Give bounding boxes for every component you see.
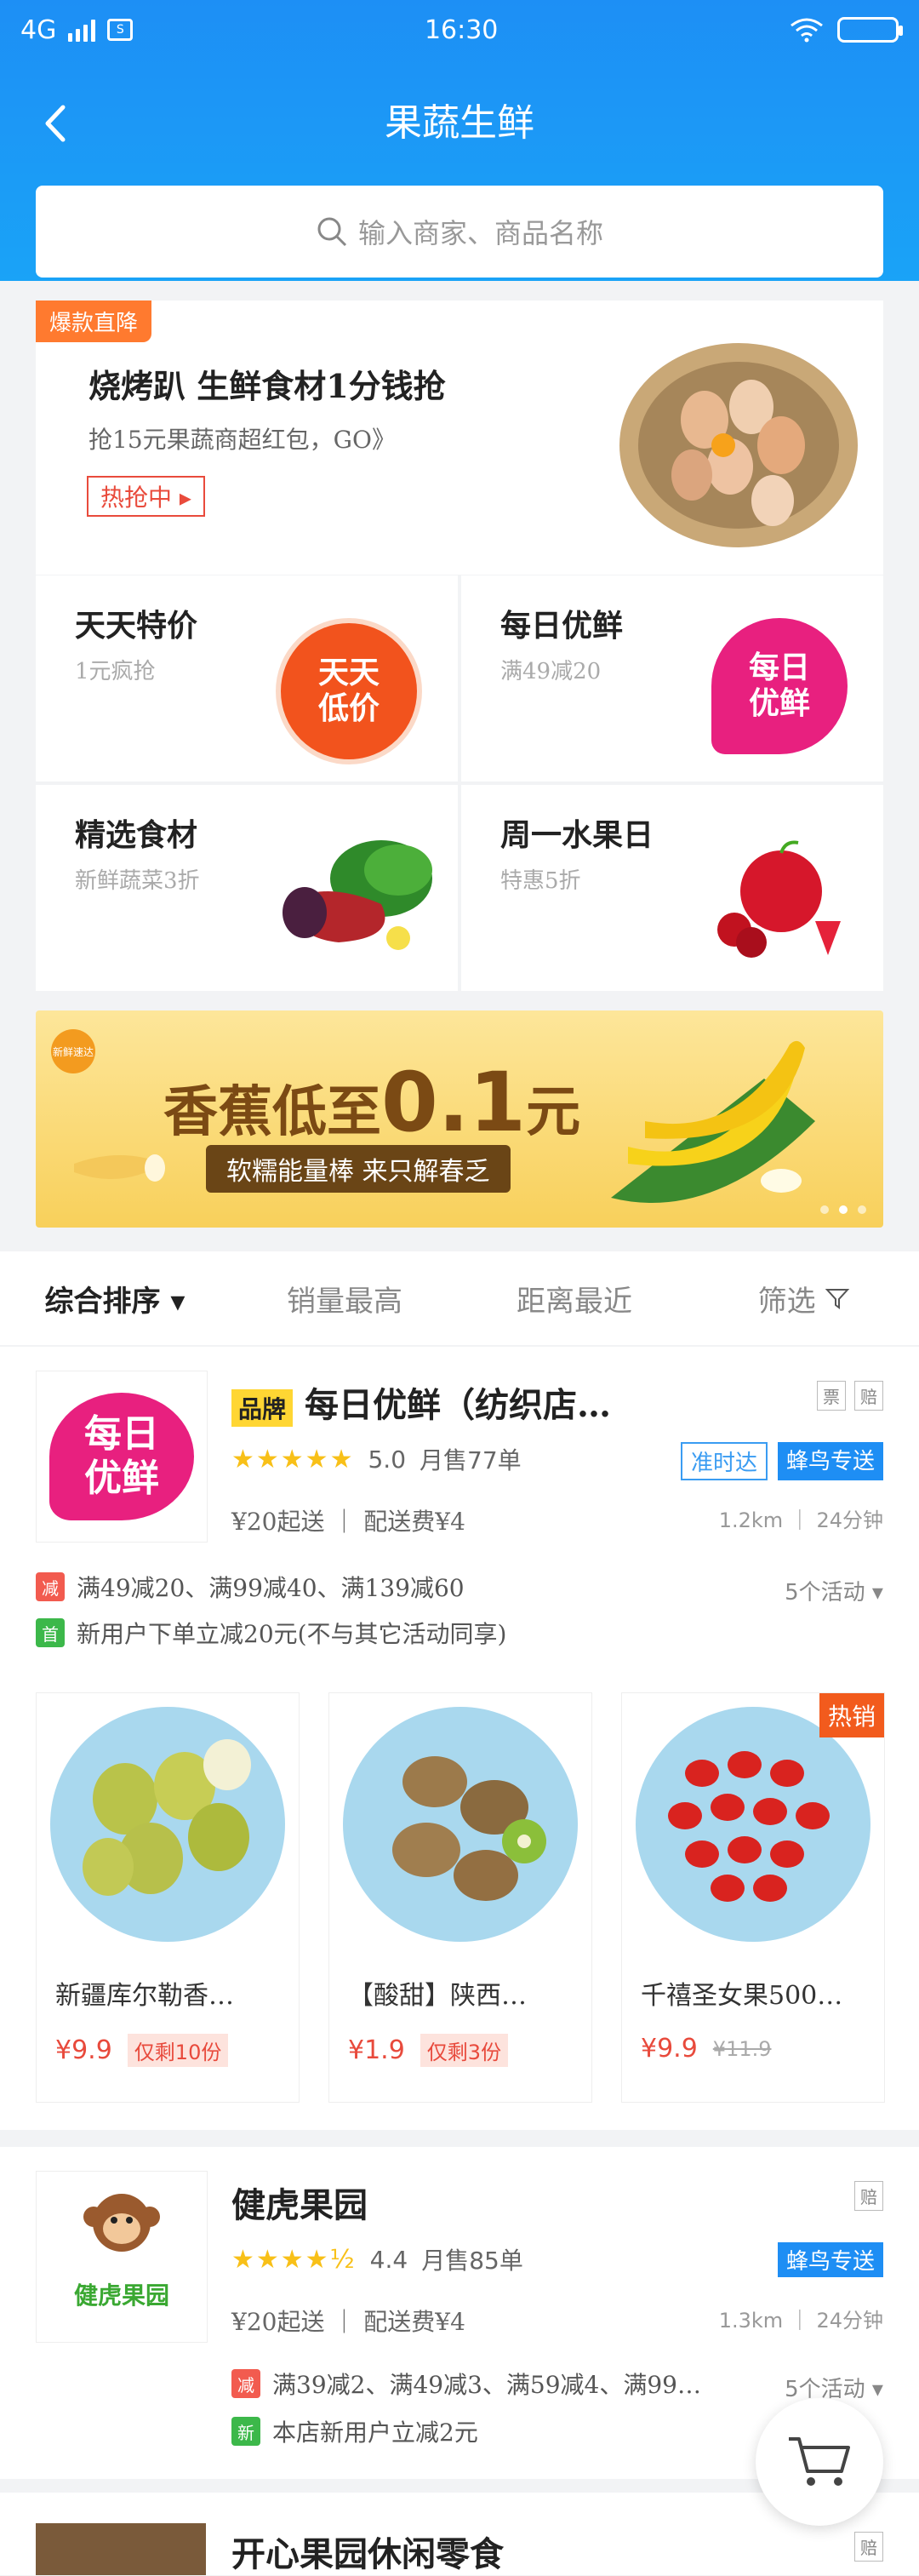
promo-button[interactable]: 热抢中 ▸ xyxy=(87,476,205,517)
store-name: 品牌 每日优鲜（纺织店… xyxy=(231,1377,708,1427)
delivery-tags: 蜂鸟专送 xyxy=(777,2242,883,2277)
search-placeholder: 输入商家、商品名称 xyxy=(357,217,603,249)
hot-sale-badge: 热销 xyxy=(819,1693,884,1737)
daily-low-price-icon: 天天 低价 xyxy=(276,618,422,764)
status-bar: 4G S 16:30 xyxy=(20,10,903,49)
banana-bar-image xyxy=(74,1154,165,1182)
search-input[interactable]: 输入商家、商品名称 xyxy=(36,186,883,278)
store-card[interactable]: 每日 优鲜 品牌 每日优鲜（纺织店… 票赔 ★★★★★ 5.0 月售77单 准时达… xyxy=(0,1347,919,2130)
promo-discount: 减满49减20、满99减40、满139减60 xyxy=(36,1570,465,1604)
promo-tag: 爆款直降 xyxy=(36,301,152,342)
product-price: ¥9.9 仅剩10份 xyxy=(55,2034,229,2067)
store-logo: 每日 优鲜 xyxy=(36,1371,208,1543)
store-name: 开心果园休闲零食 xyxy=(231,2534,504,2574)
star-icon: ★★★★½ xyxy=(231,2244,357,2275)
store-meta: ¥20起送 ｜ 配送费¥4 xyxy=(231,2308,465,2336)
title-bar: 果蔬生鲜 xyxy=(0,85,919,162)
fruit-icon xyxy=(717,840,841,958)
promo-new-user: 新本店新用户立减2元 xyxy=(231,2414,478,2448)
banner-logo: 新鲜速达 xyxy=(51,1029,95,1073)
category-title: 天天特价 xyxy=(75,608,198,644)
category-missfresh[interactable]: 每日优鲜 满49减20 每日 优鲜 xyxy=(461,575,883,781)
shopping-cart-icon xyxy=(789,2437,850,2486)
sort-distance[interactable]: 距离最近 xyxy=(460,1278,689,1319)
kiwi-image xyxy=(343,1707,578,1942)
product-name: 新疆库尔勒香… xyxy=(55,1981,234,2011)
product-name: 千禧圣女果500… xyxy=(641,1981,843,2011)
store-logo: 健虎果园 xyxy=(36,2171,208,2343)
store-distance: 1.3km ｜ 24分钟 xyxy=(718,2309,883,2333)
carousel-dots xyxy=(820,1205,866,1214)
clock: 16:30 xyxy=(424,14,499,45)
activity-toggle[interactable]: 5个活动 ▾ xyxy=(785,2372,883,2403)
filter-icon xyxy=(825,1288,850,1309)
promo-subtitle: 抢15元果蔬商超红包，GO》 xyxy=(88,426,396,454)
category-desc: 特惠5折 xyxy=(500,868,581,894)
sort-sales[interactable]: 销量最高 xyxy=(230,1278,460,1319)
product-card[interactable]: 热销 千禧圣女果500… ¥9.9 ¥11.9 xyxy=(621,1692,885,2103)
pear-image xyxy=(50,1707,285,1942)
store-meta: ¥20起送 ｜ 配送费¥4 xyxy=(231,1508,465,1536)
sort-bar: 综合排序 ▾ 销量最高 距离最近 筛选 xyxy=(0,1251,919,1345)
store-name: 健虎果园 xyxy=(231,2185,368,2225)
store-tags: 赔 xyxy=(854,2532,883,2562)
product-card[interactable]: 新疆库尔勒香… ¥9.9 仅剩10份 xyxy=(36,1692,300,2103)
product-price: ¥1.9 仅剩3份 xyxy=(348,2034,509,2067)
category-grid: 天天特价 1元疯抢 天天 低价 每日优鲜 满49减20 每日 优鲜 精选食材 新… xyxy=(36,575,883,991)
banner-headline: 香蕉低至0.1元 xyxy=(163,1055,581,1150)
network-label: 4G xyxy=(20,14,57,45)
monkey-logo-icon: 健虎果园 xyxy=(74,2194,169,2310)
category-desc: 新鲜蔬菜3折 xyxy=(75,868,200,894)
sort-filter[interactable]: 筛选 xyxy=(689,1278,919,1319)
banana-image xyxy=(611,1040,815,1203)
store-tags: 票赔 xyxy=(817,1381,883,1411)
promo-discount: 减满39减2、满49减3、满59减4、满99… xyxy=(231,2367,701,2401)
category-title: 周一水果日 xyxy=(500,817,654,853)
missfresh-logo-icon: 每日 优鲜 xyxy=(711,618,848,754)
svg-text:健虎果园: 健虎果园 xyxy=(74,2281,169,2310)
store-rating: ★★★★½ 4.4 月售85单 xyxy=(231,2244,523,2275)
category-selected-ingredients[interactable]: 精选食材 新鲜蔬菜3折 xyxy=(36,785,458,991)
activity-toggle[interactable]: 5个活动 ▾ xyxy=(785,1575,883,1606)
product-price: ¥9.9 ¥11.9 xyxy=(641,2034,772,2064)
delivery-tags: 准时达 蜂鸟专送 xyxy=(680,1442,883,1480)
promo-banner[interactable]: 新鲜速达 香蕉低至0.1元 软糯能量棒 来只解春乏 xyxy=(36,1010,883,1228)
promo-card[interactable]: 爆款直降 烧烤趴 生鲜食材1分钱抢 抢15元果蔬商超红包，GO》 热抢中 ▸ xyxy=(36,301,883,575)
sort-default[interactable]: 综合排序 ▾ xyxy=(0,1278,230,1319)
category-daily-deal[interactable]: 天天特价 1元疯抢 天天 低价 xyxy=(36,575,458,781)
product-card[interactable]: 【酸甜】陕西… ¥1.9 仅剩3份 xyxy=(328,1692,592,2103)
promo-new-user: 首新用户下单立减20元(不与其它活动同享) xyxy=(36,1616,506,1650)
category-monday-fruit[interactable]: 周一水果日 特惠5折 xyxy=(461,785,883,991)
banner-pill: 软糯能量棒 来只解春乏 xyxy=(206,1145,511,1193)
cherry-tomato-image xyxy=(636,1707,870,1942)
egg-basket-image xyxy=(619,343,858,547)
store-distance: 1.2km ｜ 24分钟 xyxy=(718,1508,883,1532)
meat-vegetable-icon xyxy=(283,840,432,950)
store-rating: ★★★★★ 5.0 月售77单 xyxy=(231,1444,522,1475)
cart-button[interactable] xyxy=(756,2398,883,2526)
signal-icon xyxy=(68,18,96,42)
category-desc: 满49减20 xyxy=(500,659,602,684)
category-desc: 1元疯抢 xyxy=(75,659,156,684)
store-logo xyxy=(36,2523,206,2575)
star-icon: ★★★★★ xyxy=(231,1444,355,1474)
search-icon xyxy=(317,217,347,247)
sim-icon: S xyxy=(107,19,134,41)
battery-icon xyxy=(837,17,903,43)
wifi-icon xyxy=(791,18,823,43)
category-title: 每日优鲜 xyxy=(500,608,624,644)
category-title: 精选食材 xyxy=(75,817,198,853)
store-tags: 赔 xyxy=(854,2181,883,2211)
promo-title: 烧烤趴 生鲜食材1分钱抢 xyxy=(88,367,446,405)
product-name: 【酸甜】陕西… xyxy=(348,1981,527,2011)
page-title: 果蔬生鲜 xyxy=(385,101,534,145)
